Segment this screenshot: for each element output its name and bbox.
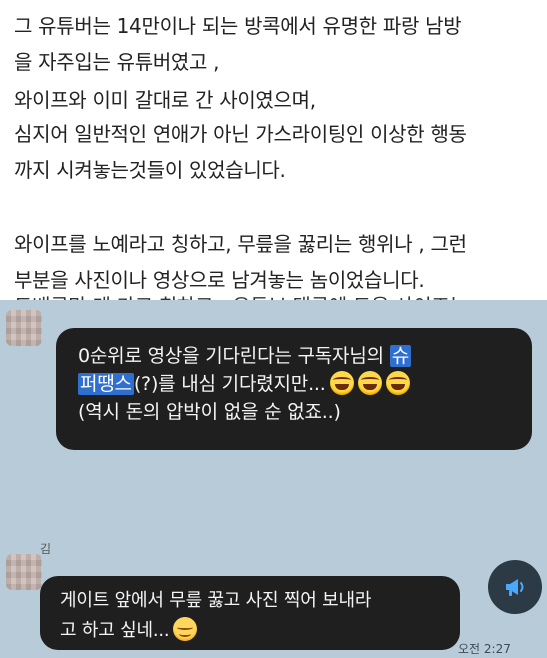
message-line-2: 퍼땡스 (?)를 내심 기다렸지만... bbox=[78, 370, 532, 398]
laughing-tears-emoji-icon bbox=[357, 371, 382, 395]
selected-text: 퍼땡스 bbox=[78, 373, 134, 395]
selected-text: 슈 bbox=[389, 345, 412, 367]
laughing-tears-emoji-icon bbox=[329, 371, 354, 395]
message-line-1: 0순위로 영상을 기다린다는 구독자님의 슈 bbox=[78, 342, 532, 370]
chat-message-bubble[interactable]: 게이트 앞에서 무릎 꿇고 사진 찍어 보내라 고 하고 싶네... bbox=[40, 576, 460, 650]
article-line: 와이프와 이미 갈대로 간 사이였으며, bbox=[14, 88, 316, 112]
article-text-panel: 그 유튜버는 14만이나 되는 방콕에서 유명한 파랑 남방 을 자주입는 유튜… bbox=[0, 0, 547, 300]
article-line: 부분을 사진이나 영상으로 남겨놓는 놈이었습니다. bbox=[14, 268, 425, 292]
avatar[interactable] bbox=[6, 554, 42, 590]
relieved-face-emoji-icon bbox=[173, 617, 198, 641]
article-line: 심지어 일반적인 연애가 아닌 가스라이팅인 이상한 행동 bbox=[14, 122, 467, 146]
announcement-button[interactable] bbox=[488, 560, 542, 614]
article-line: 그 유튜버는 14만이나 되는 방콕에서 유명한 파랑 남방 bbox=[14, 14, 462, 38]
message-timestamp: 오전 2:27 bbox=[458, 642, 511, 656]
chat-message-bubble[interactable]: 0순위로 영상을 기다린다는 구독자님의 슈 퍼땡스 (?)를 내심 기다렸지만.… bbox=[56, 328, 532, 450]
message-text: 0순위로 영상을 기다린다는 구독자님의 bbox=[78, 345, 390, 367]
message-line-2: 고 하고 싶네... bbox=[60, 616, 460, 646]
message-line-3: (역시 돈의 압박이 없을 순 없죠..) bbox=[78, 401, 341, 423]
megaphone-icon bbox=[506, 579, 524, 596]
chat-panel-bottom: 김 게이트 앞에서 무릎 꿇고 사진 찍어 보내라 고 하고 싶네... 오전 … bbox=[0, 536, 547, 658]
sender-name: 김 bbox=[40, 542, 52, 556]
laughing-tears-emoji-icon bbox=[385, 371, 410, 395]
article-line: 까지 시켜놓는것들이 있었습니다. bbox=[14, 158, 286, 182]
message-text: (?)를 내심 기다렸지만... bbox=[133, 373, 326, 395]
article-line-cut-off: 도배콩만 게 가고 칭하고 - 유튜브 댓글에 도움 사이즈는 bbox=[14, 290, 468, 300]
message-line-1: 게이트 앞에서 무릎 꿇고 사진 찍어 보내라 bbox=[60, 590, 372, 611]
article-line: 을 자주입는 유튜버였고 , bbox=[14, 50, 220, 74]
message-text: 고 하고 싶네... bbox=[60, 620, 170, 641]
avatar[interactable] bbox=[6, 310, 42, 346]
article-line: 와이프를 노예라고 칭하고, 무릎을 꿇리는 행위나 , 그런 bbox=[14, 232, 467, 256]
chat-panel-top: 0순위로 영상을 기다린다는 구독자님의 슈 퍼땡스 (?)를 내심 기다렸지만.… bbox=[0, 300, 547, 536]
